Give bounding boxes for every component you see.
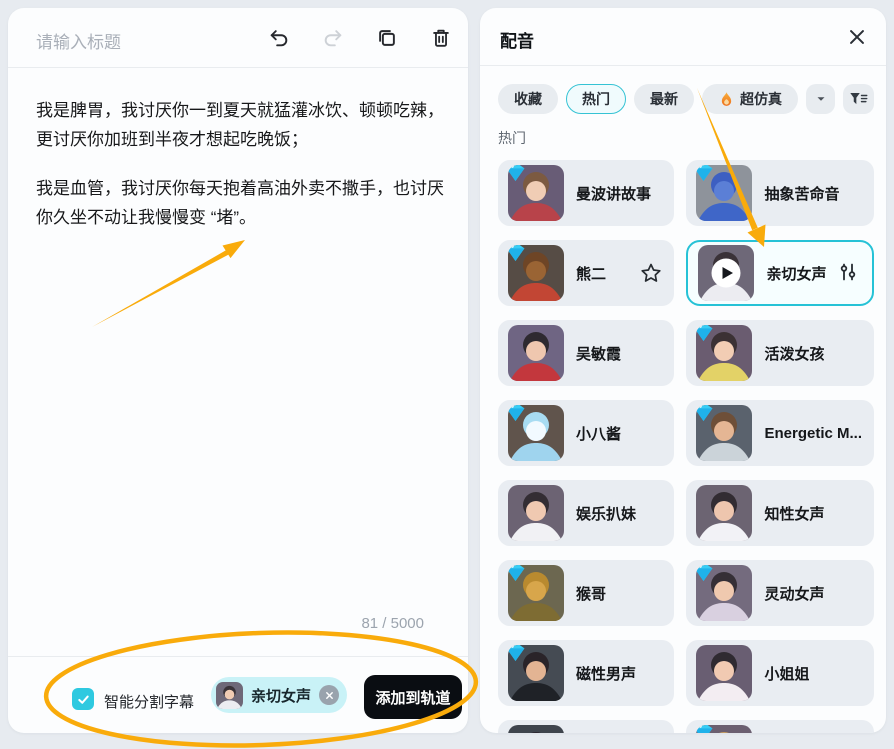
voice-avatar — [696, 485, 752, 541]
script-text-area[interactable]: 我是脾胃，我讨厌你一到夏天就猛灌冰饮、顿顿吃辣，更讨厌你加班到半夜才想起吃晚饭；… — [36, 96, 450, 252]
voice-card[interactable]: 知性女声 — [686, 480, 874, 546]
chip-avatar — [216, 682, 243, 709]
voice-card[interactable]: 小姐姐 — [686, 640, 874, 706]
add-to-track-button[interactable]: 添加到轨道 — [364, 675, 462, 719]
voice-name: 吴敏霞 — [576, 343, 621, 364]
diamond-icon — [508, 645, 526, 662]
voice-name: 抽象苦命音 — [764, 183, 839, 204]
tab-hot[interactable]: 热门 — [566, 84, 626, 114]
voice-avatar — [696, 565, 752, 621]
voice-avatar — [696, 645, 752, 701]
flame-icon — [718, 91, 735, 108]
smart-split-label: 智能分割字幕 — [104, 691, 194, 712]
diamond-icon — [696, 325, 714, 342]
voice-avatar — [508, 325, 564, 381]
voice-grid: 曼波讲故事 — [498, 160, 874, 733]
voice-avatar — [508, 245, 564, 301]
voice-card[interactable]: 吴敏霞 — [498, 320, 674, 386]
title-row: 请输入标题 — [8, 8, 468, 68]
voice-avatar — [508, 165, 564, 221]
voice-avatar — [508, 405, 564, 461]
title-input[interactable]: 请输入标题 — [36, 28, 121, 53]
voice-card[interactable]: 磁性男声 — [498, 640, 674, 706]
voice-avatar — [508, 485, 564, 541]
chevron-down-icon — [814, 92, 828, 106]
voice-name: 猴哥 — [576, 583, 606, 604]
voice-card[interactable]: 抽象苦命音 — [686, 160, 874, 226]
more-filters-dropdown[interactable] — [806, 84, 835, 114]
voice-avatar — [698, 245, 754, 301]
selected-voice-chip[interactable]: 亲切女声 — [211, 677, 347, 713]
diamond-icon — [696, 725, 714, 733]
voice-card[interactable]: 娱乐扒妹 — [498, 480, 674, 546]
filter-chip-row: 收藏 热门 最新 超仿真 — [498, 84, 874, 114]
play-icon[interactable] — [711, 258, 741, 288]
voice-name: 曼波讲故事 — [576, 183, 651, 204]
script-paragraph: 我是血管，我讨厌你每天抱着高油外卖不撒手，也讨厌你久坐不动让我慢慢变 “堵”。 — [36, 174, 450, 232]
voice-card[interactable] — [686, 720, 874, 733]
divider — [8, 656, 468, 657]
voice-avatar — [508, 725, 564, 733]
voice-name: 小姐姐 — [764, 663, 809, 684]
voice-name: 知性女声 — [764, 503, 824, 524]
script-paragraph: 我是脾胃，我讨厌你一到夏天就猛灌冰饮、顿顿吃辣，更讨厌你加班到半夜才想起吃晚饭； — [36, 96, 450, 154]
voice-card[interactable]: 亲切女声 — [686, 240, 874, 306]
voice-name: 小八酱 — [576, 423, 621, 444]
voice-card[interactable]: 灵动女声 — [686, 560, 874, 626]
voice-card[interactable]: 熊二 — [498, 240, 674, 306]
diamond-icon — [508, 245, 526, 262]
voice-card[interactable]: 活泼女孩 — [686, 320, 874, 386]
smart-split-checkbox[interactable] — [72, 688, 94, 710]
panel-title: 配音 — [500, 27, 534, 52]
section-label-hot: 热门 — [498, 128, 526, 148]
panel-header: 配音 — [480, 8, 886, 66]
voice-avatar — [508, 565, 564, 621]
tab-newest[interactable]: 最新 — [634, 84, 694, 114]
filter-button[interactable] — [843, 84, 874, 114]
editor-panel: 请输入标题 我 — [8, 8, 468, 733]
voice-avatar — [696, 405, 752, 461]
voice-avatar — [508, 645, 564, 701]
diamond-icon — [508, 565, 526, 582]
diamond-icon — [508, 405, 526, 422]
voice-settings-icon[interactable] — [838, 262, 860, 284]
favorite-star-icon[interactable] — [640, 262, 662, 284]
voice-name: Energetic M... — [764, 425, 862, 442]
voice-card[interactable] — [498, 720, 674, 733]
voice-name: 磁性男声 — [576, 663, 636, 684]
voice-card[interactable]: Energetic M... — [686, 400, 874, 466]
diamond-icon — [696, 165, 714, 182]
voice-card[interactable]: 猴哥 — [498, 560, 674, 626]
tab-ultra-realistic-label: 超仿真 — [740, 89, 782, 109]
filter-funnel-icon — [849, 91, 868, 107]
tab-ultra-realistic[interactable]: 超仿真 — [702, 84, 798, 114]
char-counter: 81 / 5000 — [361, 615, 424, 632]
chip-voice-name: 亲切女声 — [251, 685, 311, 706]
voice-name: 亲切女声 — [766, 263, 826, 284]
diamond-icon — [696, 405, 714, 422]
diamond-icon — [508, 165, 526, 182]
voice-avatar — [696, 725, 752, 733]
redo-icon[interactable] — [322, 27, 344, 49]
voice-name: 娱乐扒妹 — [576, 503, 636, 524]
voice-name: 熊二 — [576, 263, 606, 284]
voice-avatar — [696, 165, 752, 221]
voice-avatar — [696, 325, 752, 381]
tab-favorites[interactable]: 收藏 — [498, 84, 558, 114]
close-icon[interactable] — [846, 26, 868, 48]
voice-card[interactable]: 曼波讲故事 — [498, 160, 674, 226]
voice-name: 灵动女声 — [764, 583, 824, 604]
duplicate-icon[interactable] — [376, 27, 398, 49]
diamond-icon — [696, 565, 714, 582]
voiceover-panel: 配音 收藏 热门 最新 超仿真 — [480, 8, 886, 733]
trash-icon[interactable] — [430, 27, 452, 49]
editor-toolbar — [268, 27, 452, 49]
undo-icon[interactable] — [268, 27, 290, 49]
voice-name: 活泼女孩 — [764, 343, 824, 364]
remove-voice-icon[interactable] — [319, 685, 339, 705]
voice-card[interactable]: 小八酱 — [498, 400, 674, 466]
